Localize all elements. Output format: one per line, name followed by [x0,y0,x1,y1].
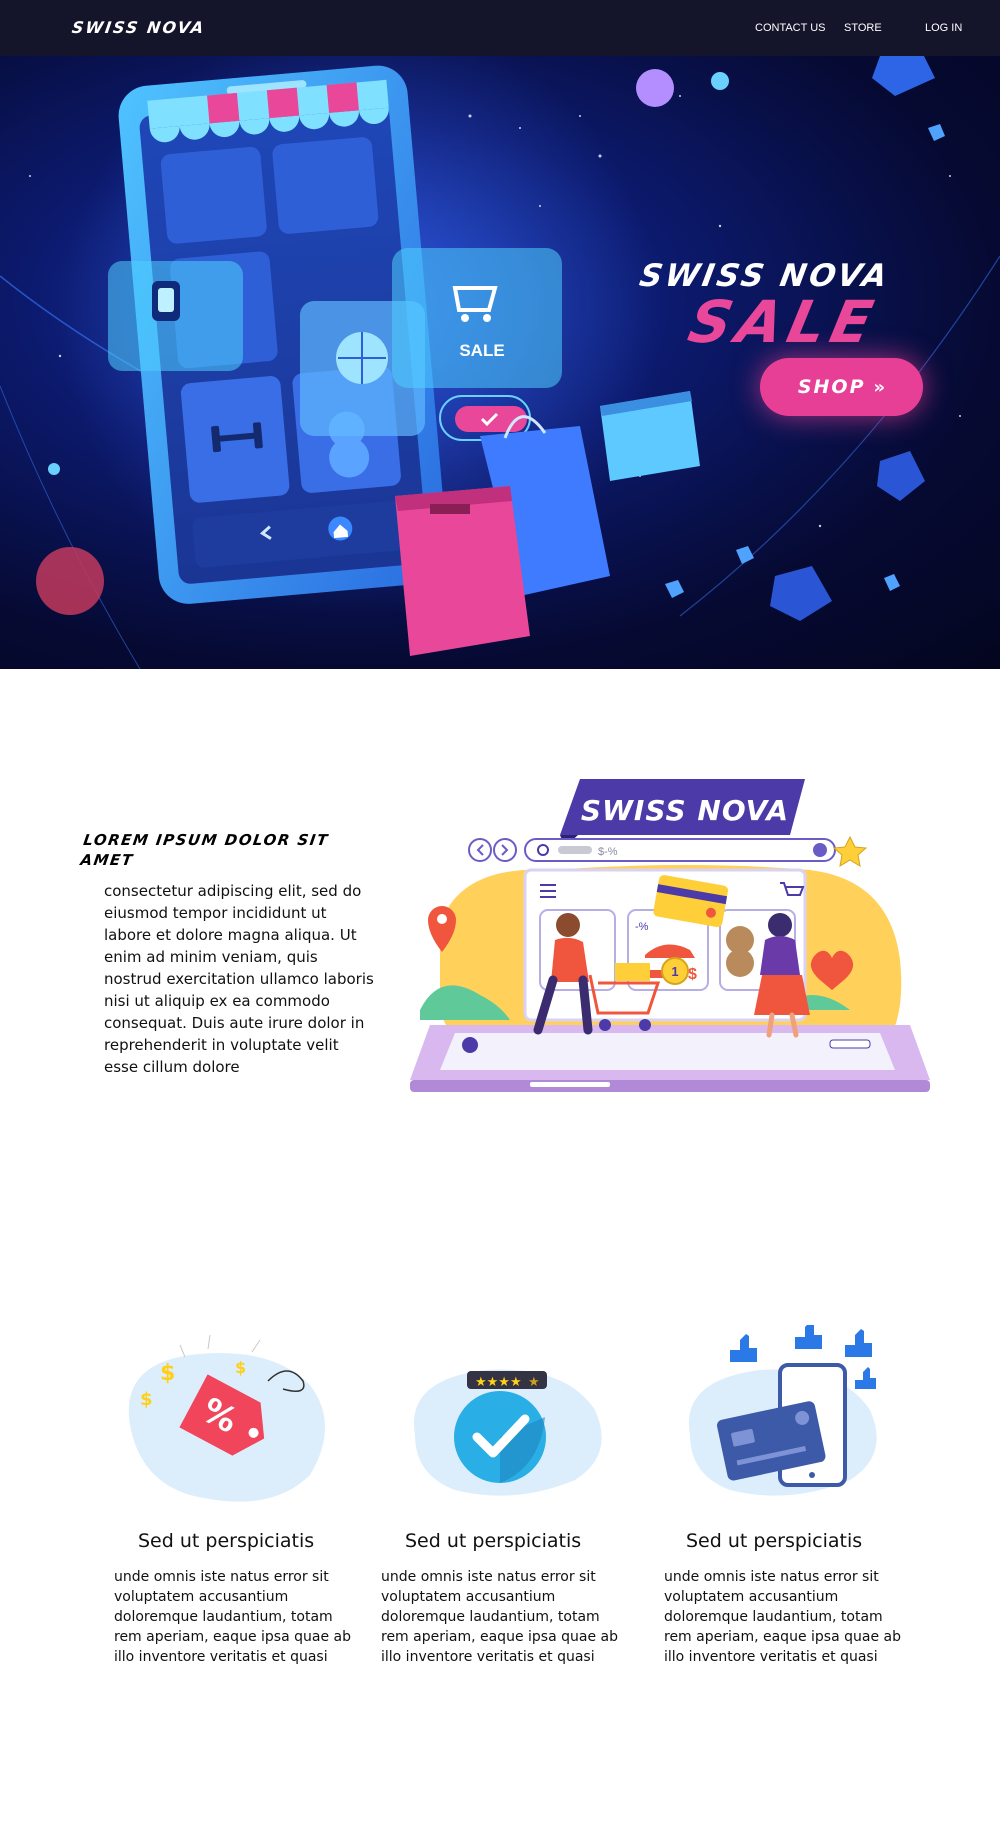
cart-count-badge: 1 [671,964,678,979]
about-body: consectetur adipiscing elit, sed do eius… [104,882,374,1076]
price-tag-icon: % $ $ $ [128,1334,325,1502]
phone-sale-label: SALE [459,341,504,360]
hero-sale-headline: SALE [682,288,885,356]
double-chevron-right-icon: » [873,376,886,398]
svg-text:★: ★ [528,1375,540,1390]
top-nav: SWISS NOVA CONTACT US STORE LOG IN [0,0,1000,56]
feature-description: unde omnis iste natus error sit voluptat… [114,1569,351,1665]
nav-log-in[interactable]: LOG IN [925,22,962,34]
svg-text:$: $ [140,1389,153,1410]
nav-store[interactable]: STORE [844,22,882,34]
hero-banner: SALE SWISS NOVA SALE SHOP » [0,56,1000,669]
store-illustration: SWISS NOVA $-% -% $ 1 [410,779,930,1092]
feature-title: Sed ut perspiciatis [686,1530,863,1552]
price-symbol: $ [688,966,697,983]
search-value: $-% [598,846,618,858]
svg-text:★★★★: ★★★★ [475,1375,522,1390]
feature-description: unde omnis iste natus error sit voluptat… [381,1569,618,1665]
nav-contact-us[interactable]: CONTACT US [755,22,826,34]
site-logo[interactable]: SWISS NOVA [71,18,207,37]
about-heading: LOREM IPSUM DOLOR SIT AMET [79,831,330,869]
feature-description: unde omnis iste natus error sit voluptat… [664,1569,901,1665]
checkmark-rating-icon: ★★★★ ★ [413,1369,602,1496]
svg-text:$: $ [235,1358,246,1377]
shop-button-label: SHOP [797,376,866,398]
shop-button[interactable]: SHOP » [760,358,923,416]
about-banner-text: SWISS NOVA [581,794,789,827]
card-payment-icon [688,1325,877,1496]
feature-title: Sed ut perspiciatis [405,1530,582,1552]
discount-label: -% [635,921,649,933]
svg-text:$: $ [160,1361,175,1386]
feature-title: Sed ut perspiciatis [138,1530,315,1552]
